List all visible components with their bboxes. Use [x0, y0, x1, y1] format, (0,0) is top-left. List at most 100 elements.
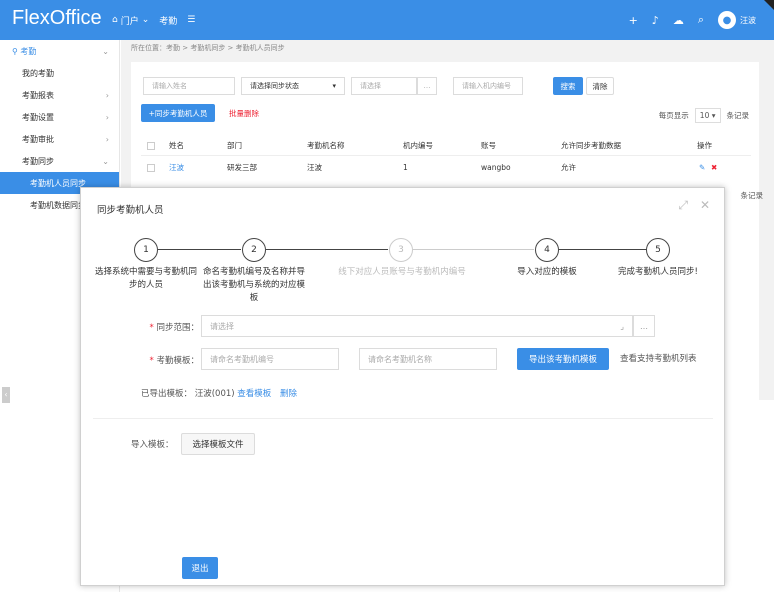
clear-button[interactable]: 清除 [586, 77, 614, 95]
batch-delete-button[interactable]: 批量删除 [221, 104, 267, 122]
col-actions: 操作 [697, 141, 712, 150]
exit-button[interactable]: 退出 [182, 557, 218, 579]
step-3-circle: 3 [389, 238, 413, 262]
template-label: * 考勤模板： [149, 356, 199, 366]
scope-input[interactable]: 请选择 ⌟ [201, 315, 633, 337]
col-name[interactable]: 姓名 [169, 136, 184, 156]
import-label: 导入模板： [131, 440, 174, 450]
nav-attendance-label: 考勤 [159, 16, 178, 27]
sidebar-item-label: 考勤审批 [22, 134, 54, 144]
delete-icon[interactable]: ✖ [711, 158, 717, 178]
plus-icon[interactable]: + [629, 14, 638, 27]
col-machine-name[interactable]: 考勤机名称 [307, 136, 345, 156]
per-page-label: 每页显示 [658, 111, 689, 120]
view-machine-list-link[interactable]: 查看支持考勤机列表 [620, 352, 697, 364]
select-all-checkbox[interactable] [147, 142, 155, 150]
col-machine-code[interactable]: 机内编号 [403, 136, 433, 156]
bell-icon[interactable]: ♪ [652, 14, 659, 27]
app-logo[interactable]: FlexOffice [12, 7, 102, 30]
avatar: ● [718, 11, 736, 29]
nav-portal-label: 门户 [120, 16, 139, 27]
page-size-control: 每页显示 10 ▾ 条记录 [659, 108, 749, 123]
step-5-circle: 5 [646, 238, 670, 262]
cloud-icon[interactable]: ☁ [673, 14, 684, 27]
user-name: 汪波 [740, 15, 756, 25]
col-account[interactable]: 账号 [481, 136, 496, 156]
user-menu[interactable]: ● 汪波 [718, 11, 756, 29]
export-template-button[interactable]: 导出该考勤机模板 [517, 348, 609, 370]
add-sync-person-button[interactable]: +同步考勤机人员 [141, 104, 215, 122]
machine-code-field[interactable]: 请命名考勤机编号 [201, 348, 339, 370]
per-page-unit: 条记录 [726, 111, 750, 120]
row-dept: 研发三部 [227, 163, 257, 172]
close-icon[interactable]: ✕ [700, 198, 710, 213]
step-4-text: 导入对应的模板 [517, 267, 577, 277]
scope-label-text: 同步范围： [156, 323, 199, 333]
step-1-circle: 1 [134, 238, 158, 262]
scope-select[interactable]: 请选择 [351, 77, 417, 95]
more-icon[interactable]: … [417, 77, 437, 95]
corner-fold-icon [764, 0, 774, 10]
col-dept[interactable]: 部门 [227, 136, 242, 156]
breadcrumb: 所在位置：考勤 > 考勤机同步 > 考勤机人员同步 [131, 44, 285, 52]
sidebar-item-reports[interactable]: 考勤报表 › [0, 84, 119, 106]
maximize-icon[interactable]: ⤢ [678, 198, 688, 213]
search-button[interactable]: 搜索 [553, 77, 583, 95]
grid-menu-icon[interactable]: ☰ [187, 15, 195, 25]
machine-code-input[interactable]: 请输入机内编号 [453, 77, 523, 95]
table-header: 姓名 部门 考勤机名称 机内编号 账号 允许同步考勤数据 操作 [141, 136, 751, 156]
table-row[interactable]: 汪波 研发三部 汪波 1 wangbo 允许 ✎ ✖ [141, 158, 751, 178]
edit-icon[interactable]: ✎ [699, 158, 705, 178]
col-allow-sync[interactable]: 允许同步考勤数据 [561, 136, 621, 156]
sidebar-item-sync[interactable]: 考勤同步 ⌄ [0, 150, 119, 172]
sidebar-item-my-attendance[interactable]: 我的考勤 [0, 62, 119, 84]
chevron-right-icon: › [105, 112, 109, 122]
dialog-controls: ⤢ ✕ [678, 198, 710, 213]
per-page-select[interactable]: 10 ▾ [694, 108, 721, 123]
per-page-value: 10 [699, 111, 710, 120]
step-1-text: 选择系统中需要与考勤机同步的人员 [94, 267, 197, 290]
sidebar-section-attendance[interactable]: ⚲ 考勤 ⌄ [0, 40, 119, 62]
chevron-right-icon: › [105, 134, 109, 144]
exported-value: 汪波(001) [194, 389, 235, 399]
resize-icon: ⌟ [620, 321, 624, 331]
user-icon: ⚲ [12, 46, 18, 56]
step-5-text: 完成考勤机人员同步! [618, 267, 698, 277]
sync-dialog: 同步考勤机人员 ⤢ ✕ 1 2 3 4 5 选择系统中需要与考勤机同步的人员 命… [80, 187, 725, 586]
chevron-right-icon: › [105, 90, 109, 100]
choose-template-file-button[interactable]: 选择模板文件 [181, 433, 255, 455]
delete-template-link[interactable]: 删除 [280, 389, 297, 399]
row-name-link[interactable]: 汪波 [169, 158, 184, 178]
step-2-circle: 2 [242, 238, 266, 262]
nav-attendance[interactable]: 考勤 [159, 14, 177, 27]
stepper: 1 2 3 4 5 选择系统中需要与考勤机同步的人员 命名考勤机编号及名称并导出… [81, 238, 726, 308]
step-4-circle: 4 [535, 238, 559, 262]
machine-name-field[interactable]: 请命名考勤机名称 [359, 348, 497, 370]
view-template-link[interactable]: 查看模板 [237, 389, 271, 399]
sidebar-collapse-handle[interactable]: ‹ [2, 387, 10, 403]
nav-portal[interactable]: ⌂ 门户 ⌄ [112, 14, 149, 27]
search-icon[interactable]: ⌕ [698, 13, 704, 27]
dialog-title: 同步考勤机人员 [97, 205, 164, 216]
row-code: 1 [403, 163, 408, 172]
sidebar-item-label: 我的考勤 [22, 68, 54, 78]
exported-template-row: 已导出模板： 汪波(001) 查看模板 删除 [141, 387, 297, 399]
step-connector [266, 249, 388, 250]
scope-picker-button[interactable]: … [633, 315, 655, 337]
step-connector [559, 249, 658, 250]
chevron-down-icon: ⌄ [102, 156, 109, 166]
status-select[interactable]: 请选择同步状态 ▾ [241, 77, 345, 95]
sidebar-item-label: 考勤设置 [22, 112, 54, 122]
row-checkbox[interactable] [147, 164, 155, 172]
caret-down-icon: ▾ [332, 82, 336, 90]
status-select-value: 请选择同步状态 [250, 82, 299, 90]
sidebar-item-settings[interactable]: 考勤设置 › [0, 106, 119, 128]
chevron-down-icon: ⌄ [102, 46, 109, 56]
home-icon: ⌂ [112, 15, 118, 25]
row-account: wangbo [481, 163, 511, 172]
sidebar-item-approval[interactable]: 考勤审批 › [0, 128, 119, 150]
step-2-text: 命名考勤机编号及名称并导出该考勤机与系统的对应模板 [202, 267, 305, 303]
name-input[interactable]: 请输入姓名 [143, 77, 235, 95]
top-navbar: FlexOffice ⌂ 门户 ⌄ 考勤 ☰ + ♪ ☁ ⌕ ● 汪波 [0, 0, 774, 40]
sidebar-item-label: 考勤报表 [22, 90, 54, 100]
